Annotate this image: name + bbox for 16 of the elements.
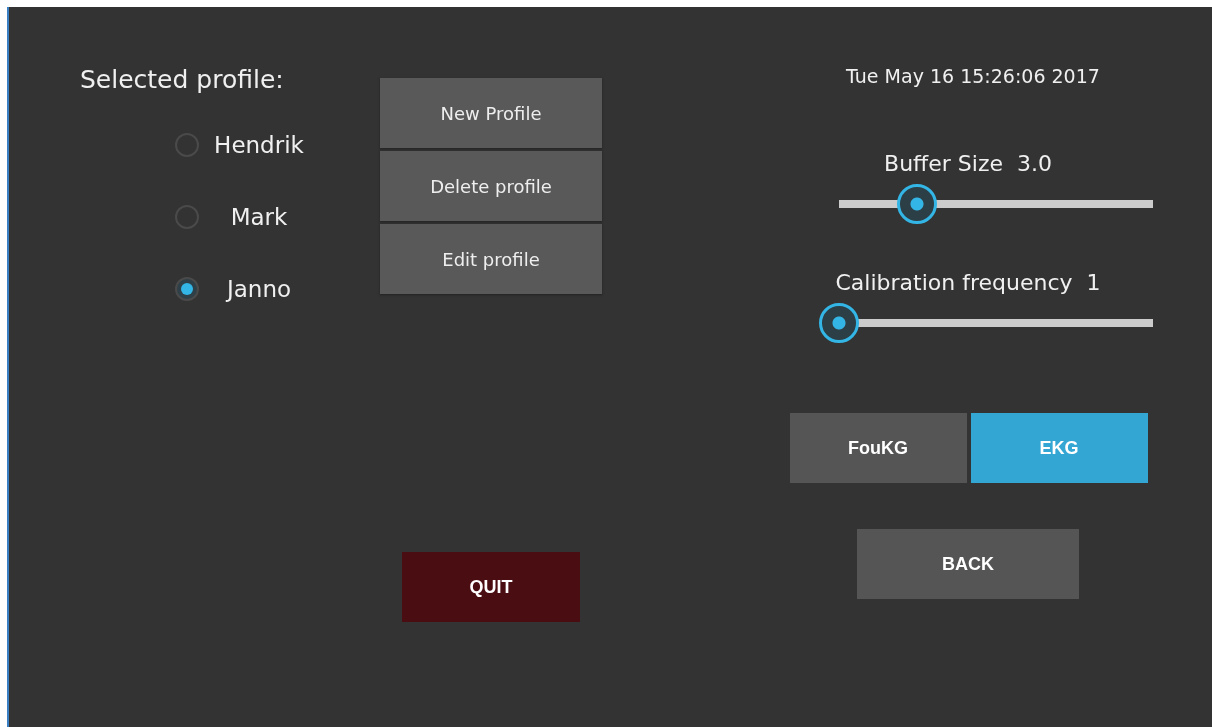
profile-button[interactable]: New Profile — [380, 78, 602, 148]
profile-button[interactable]: Edit profile — [380, 224, 602, 294]
mode-toggle-button[interactable]: FouKG — [789, 413, 967, 483]
profile-name[interactable]: Mark — [199, 204, 319, 230]
back-button[interactable]: BACK — [857, 529, 1079, 599]
profile-name[interactable]: Hendrik — [199, 132, 319, 158]
profile-button[interactable]: Delete profile — [380, 151, 602, 221]
radio-button[interactable] — [175, 277, 199, 301]
selected-profile-label: Selected profile: — [80, 65, 284, 94]
slider-label: Buffer Size 3.0 — [884, 151, 1052, 176]
quit-button[interactable]: QUIT — [402, 552, 580, 622]
slider-thumb[interactable] — [818, 303, 859, 343]
slider-label: Calibration frequency 1 — [835, 270, 1101, 295]
slider-thumb[interactable] — [897, 184, 937, 224]
date-time: Tue May 16 15:26:06 2017 — [846, 65, 1100, 87]
profile-name[interactable]: Janno — [199, 276, 319, 302]
